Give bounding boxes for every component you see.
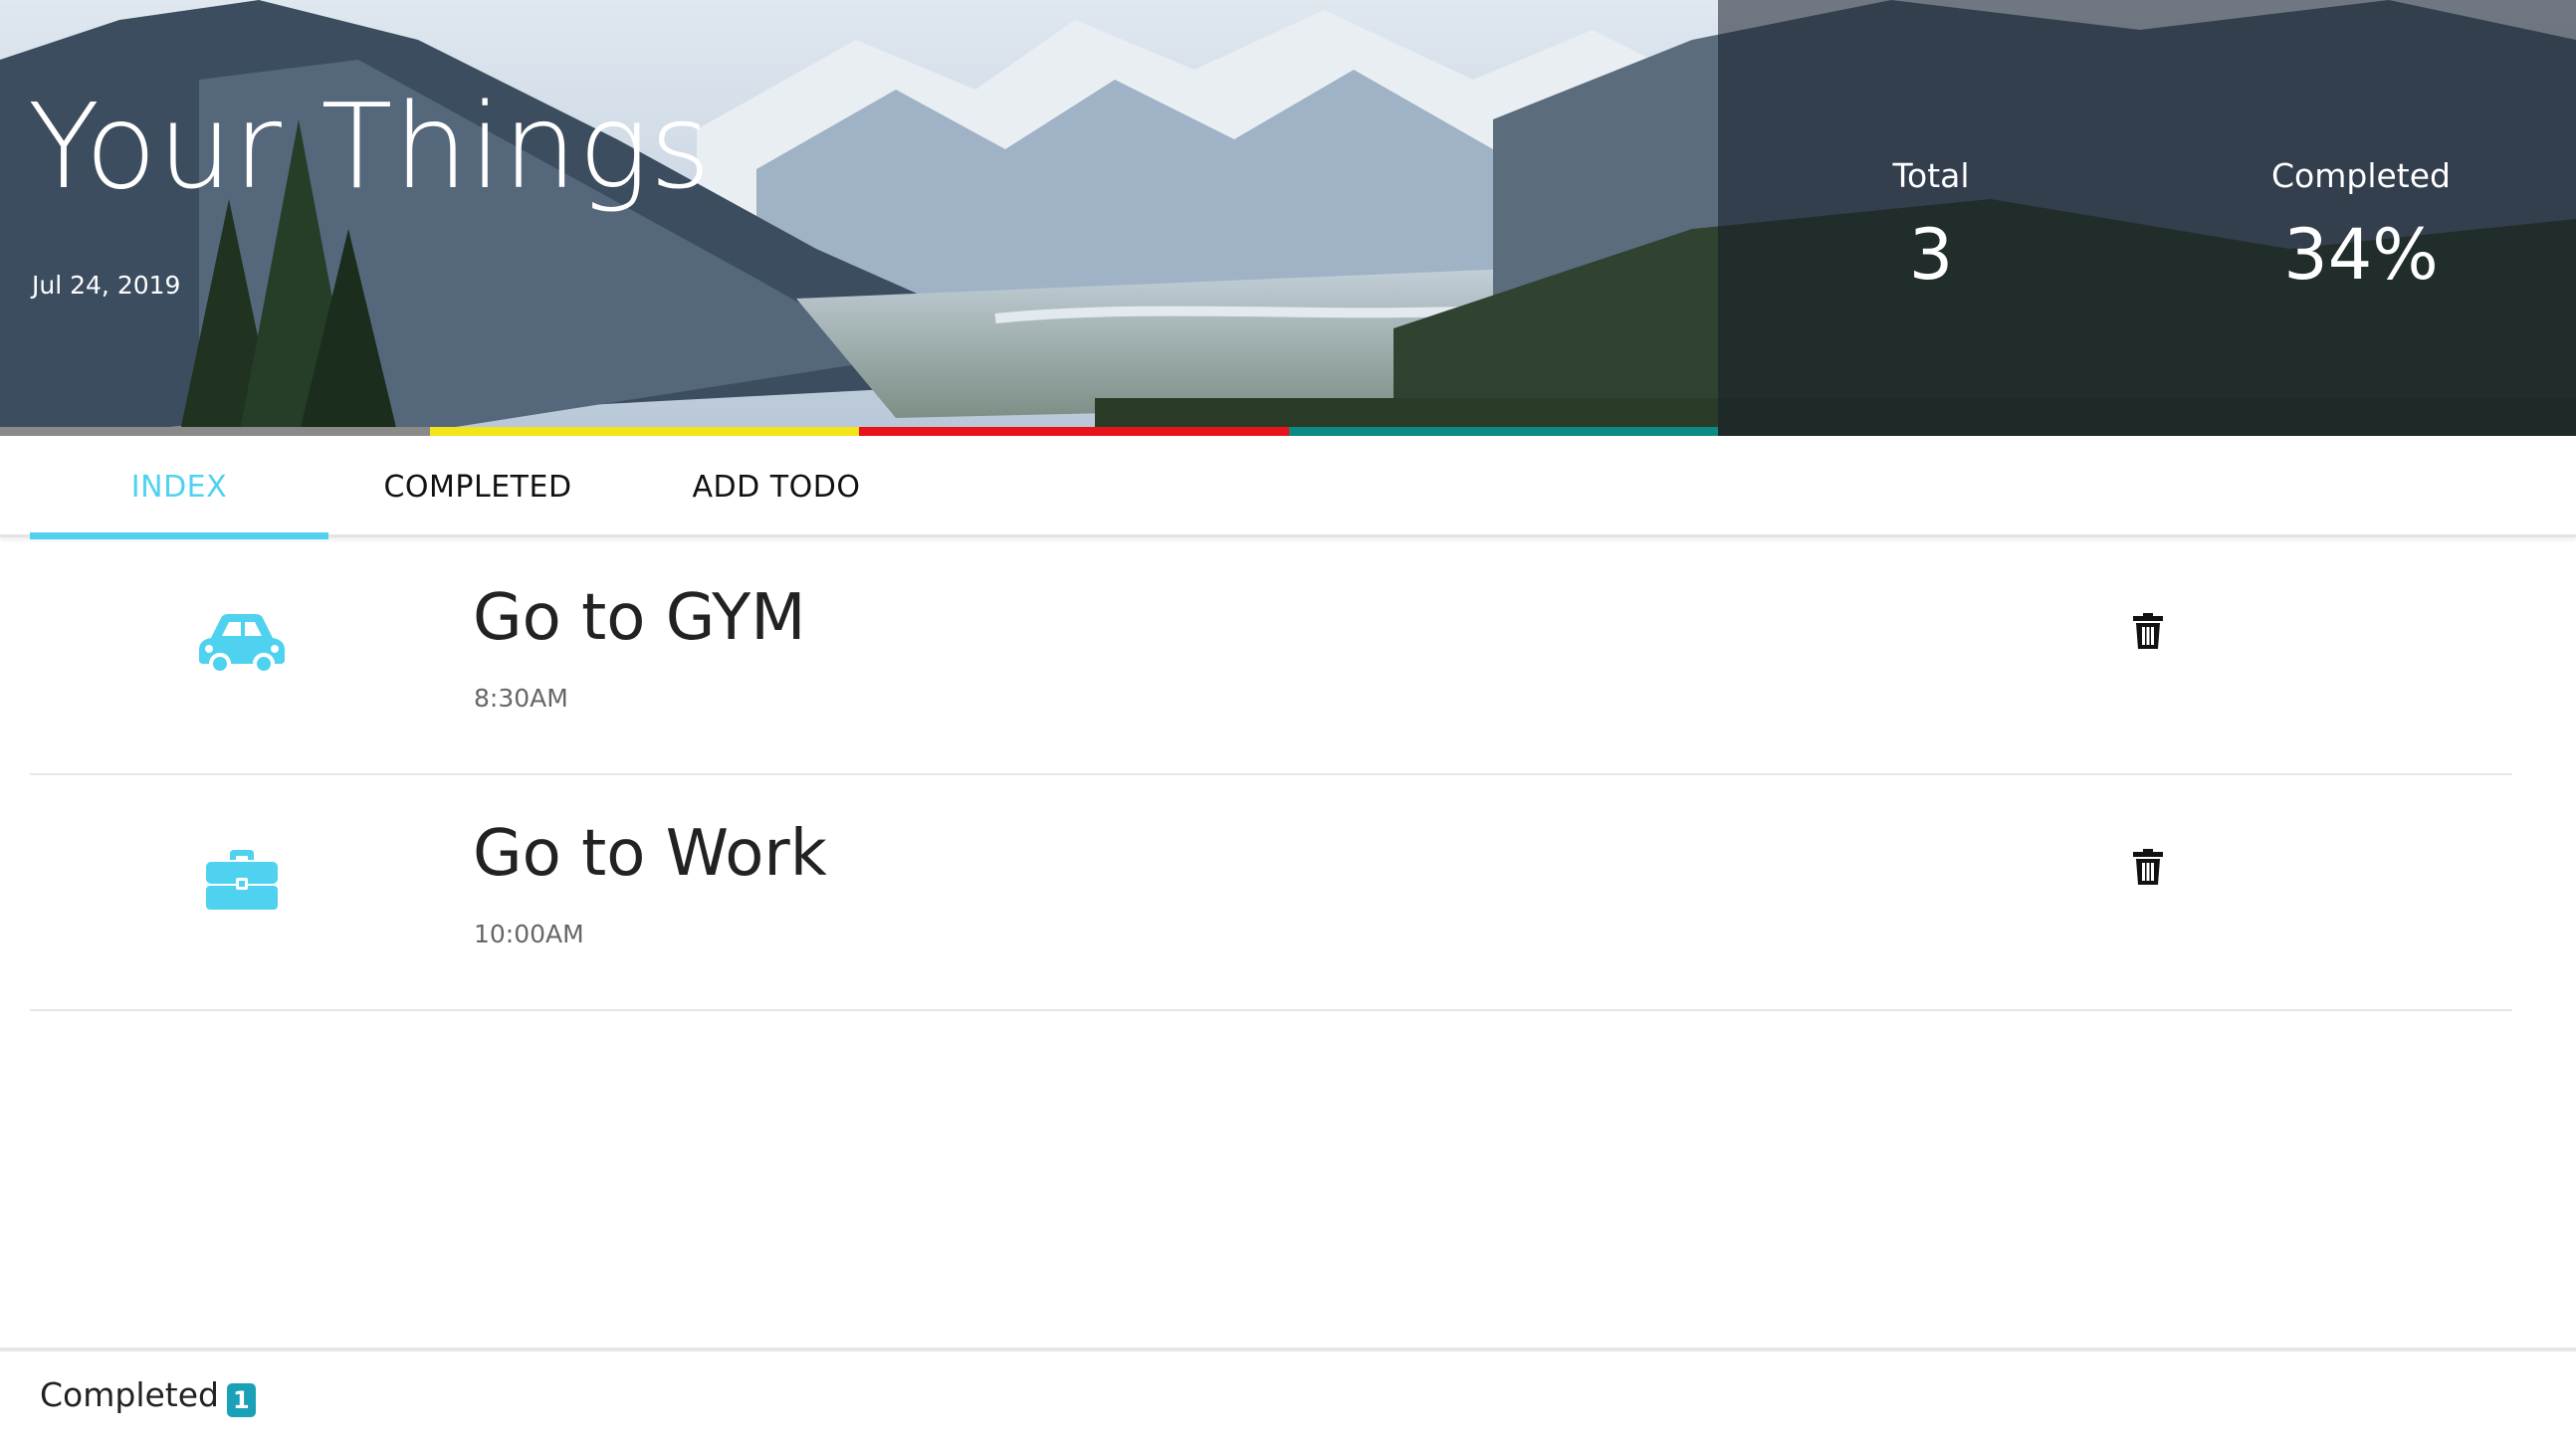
total-label: Total bbox=[1892, 156, 1970, 195]
color-segment-red bbox=[859, 427, 1289, 436]
color-segment-teal bbox=[1288, 427, 1718, 436]
color-progress-bar bbox=[0, 427, 1718, 436]
footer-bar: Completed 1 bbox=[0, 1347, 2576, 1451]
tab-bar: INDEX COMPLETED ADD TODO bbox=[0, 436, 2576, 537]
color-segment-yellow bbox=[429, 427, 859, 436]
total-stat: Total 3 bbox=[1782, 159, 2080, 290]
hero-header: Your Things Jul 24, 2019 Total 3 Complet… bbox=[0, 0, 2576, 436]
todo-title: Go to GYM bbox=[473, 581, 806, 655]
footer-completed-label: Completed bbox=[40, 1375, 219, 1414]
trash-icon[interactable] bbox=[2128, 609, 2168, 653]
total-value: 3 bbox=[1908, 214, 1954, 296]
todo-list: Go to GYM 8:30AM Go to Work 10:00AM bbox=[30, 539, 2512, 1011]
todo-time: 8:30AM bbox=[474, 684, 568, 713]
briefcase-icon bbox=[192, 840, 292, 920]
active-tab-indicator bbox=[30, 532, 328, 539]
tab-index[interactable]: INDEX bbox=[30, 436, 328, 537]
tab-add-todo[interactable]: ADD TODO bbox=[627, 436, 926, 537]
page-title: Your Things bbox=[28, 78, 713, 215]
current-date: Jul 24, 2019 bbox=[32, 271, 181, 300]
todo-item[interactable]: Go to Work 10:00AM bbox=[30, 775, 2512, 1011]
color-segment-gray bbox=[0, 427, 430, 436]
trash-icon[interactable] bbox=[2128, 845, 2168, 889]
tab-completed[interactable]: COMPLETED bbox=[328, 436, 627, 537]
completed-percentage: 34% bbox=[2283, 214, 2439, 296]
todo-title: Go to Work bbox=[473, 817, 827, 891]
completed-stat: Completed 34% bbox=[2212, 159, 2510, 290]
todo-time: 10:00AM bbox=[474, 920, 584, 948]
car-icon bbox=[192, 604, 292, 684]
todo-item[interactable]: Go to GYM 8:30AM bbox=[30, 539, 2512, 775]
completed-label: Completed bbox=[2271, 156, 2451, 195]
completed-count-badge: 1 bbox=[227, 1383, 256, 1417]
